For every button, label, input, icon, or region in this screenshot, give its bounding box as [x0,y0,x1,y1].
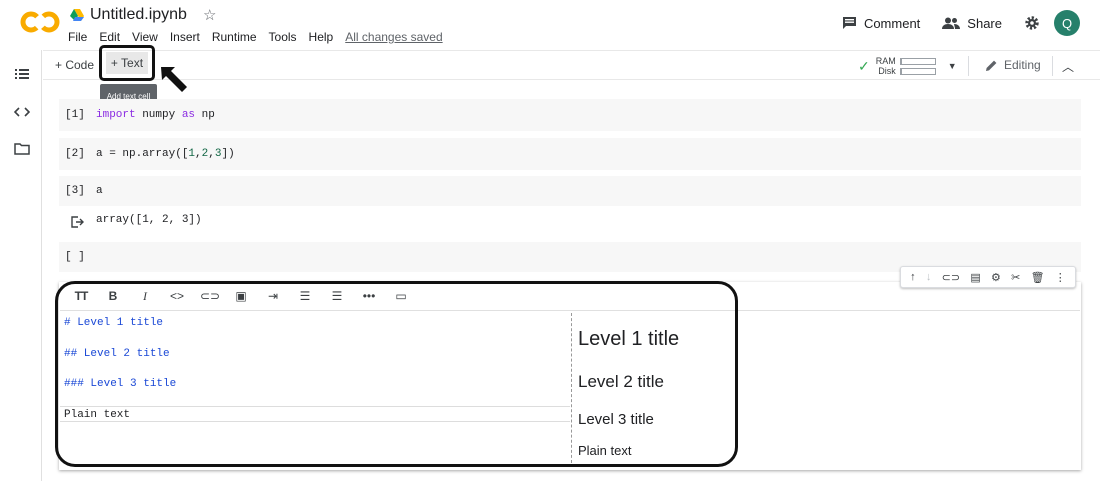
comment-icon[interactable]: ▤ [970,271,980,284]
resource-indicator[interactable]: ✓ RAM Disk ▼ [858,56,957,76]
share-button[interactable]: Share [942,16,1002,31]
menu-insert[interactable]: Insert [170,30,200,44]
cell-output: array([1, 2, 3]) [96,214,202,226]
code-cell[interactable]: [2] a = np.array([1,2,3]) [59,138,1081,170]
toolbar-divider [968,56,969,76]
delete-icon[interactable]: 🗑 [1031,271,1045,284]
add-text-button[interactable]: + Text [106,52,148,74]
table-of-contents-icon[interactable] [14,66,30,82]
more-options-icon[interactable]: ⋮ [1055,271,1066,284]
ram-label: RAM [875,56,896,66]
chevron-up-icon[interactable]: ︿ [1062,58,1074,75]
execution-count: [1] [65,109,85,121]
pointer-arrow-icon [161,67,187,92]
menu-view[interactable]: View [132,30,158,44]
execution-count: [2] [65,148,85,160]
add-text-highlight: + Text [99,45,155,81]
people-icon [942,17,961,29]
move-up-icon[interactable]: ↑ [910,271,916,283]
text-cell-highlight [55,281,738,467]
code-snippets-icon[interactable] [14,104,30,120]
notebook-title[interactable]: Untitled.ipynb [90,6,187,24]
add-code-button[interactable]: + Code [55,58,94,72]
settings-gear-icon[interactable] [1024,15,1040,31]
menu-help[interactable]: Help [309,30,334,44]
editing-mode-button[interactable]: Editing [985,58,1041,72]
toolbar-divider [1052,56,1053,76]
disk-label: Disk [878,66,896,76]
colab-logo [20,11,60,33]
cell-source[interactable]: import numpy as np [96,109,215,121]
connected-check-icon: ✓ [858,57,870,74]
comment-icon [842,17,856,29]
cell-source[interactable]: a = np.array([1,2,3]) [96,148,235,160]
link-icon[interactable]: ⊂⊃ [942,271,960,284]
share-label: Share [967,15,1002,31]
menu-file[interactable]: File [68,30,87,44]
menu-edit[interactable]: Edit [99,30,120,44]
menu-runtime[interactable]: Runtime [212,30,257,44]
chevron-down-icon[interactable]: ▼ [948,61,957,71]
ram-usage-bar [899,57,936,65]
star-icon[interactable]: ☆ [203,6,216,24]
pencil-icon [986,60,997,71]
cell-actions-toolbar: ↑ ↓ ⊂⊃ ▤ ⚙ ✂ 🗑 ⋮ [900,266,1076,288]
drive-icon [70,9,84,21]
gear-icon[interactable]: ⚙ [991,271,1001,284]
code-cell[interactable]: [3] a [59,176,1081,206]
user-avatar[interactable]: Q [1054,10,1080,36]
cell-source[interactable]: a [96,185,103,197]
menu-bar: File Edit View Insert Runtime Tools Help… [68,30,443,44]
folder-icon[interactable] [14,141,30,157]
mirror-cell-icon[interactable]: ✂ [1011,271,1020,284]
code-cell[interactable]: [1] import numpy as np [59,99,1081,131]
disk-usage-bar [899,67,936,75]
editing-label: Editing [1004,58,1041,72]
output-actions-icon[interactable] [70,215,84,229]
execution-count: [3] [65,185,85,197]
move-down-icon[interactable]: ↓ [926,271,932,283]
comment-button[interactable]: Comment [842,16,920,31]
execution-count: [ ] [65,251,85,263]
save-status-link[interactable]: All changes saved [345,30,442,44]
menu-tools[interactable]: Tools [269,30,297,44]
comment-label: Comment [863,15,921,31]
left-rail [0,50,42,481]
